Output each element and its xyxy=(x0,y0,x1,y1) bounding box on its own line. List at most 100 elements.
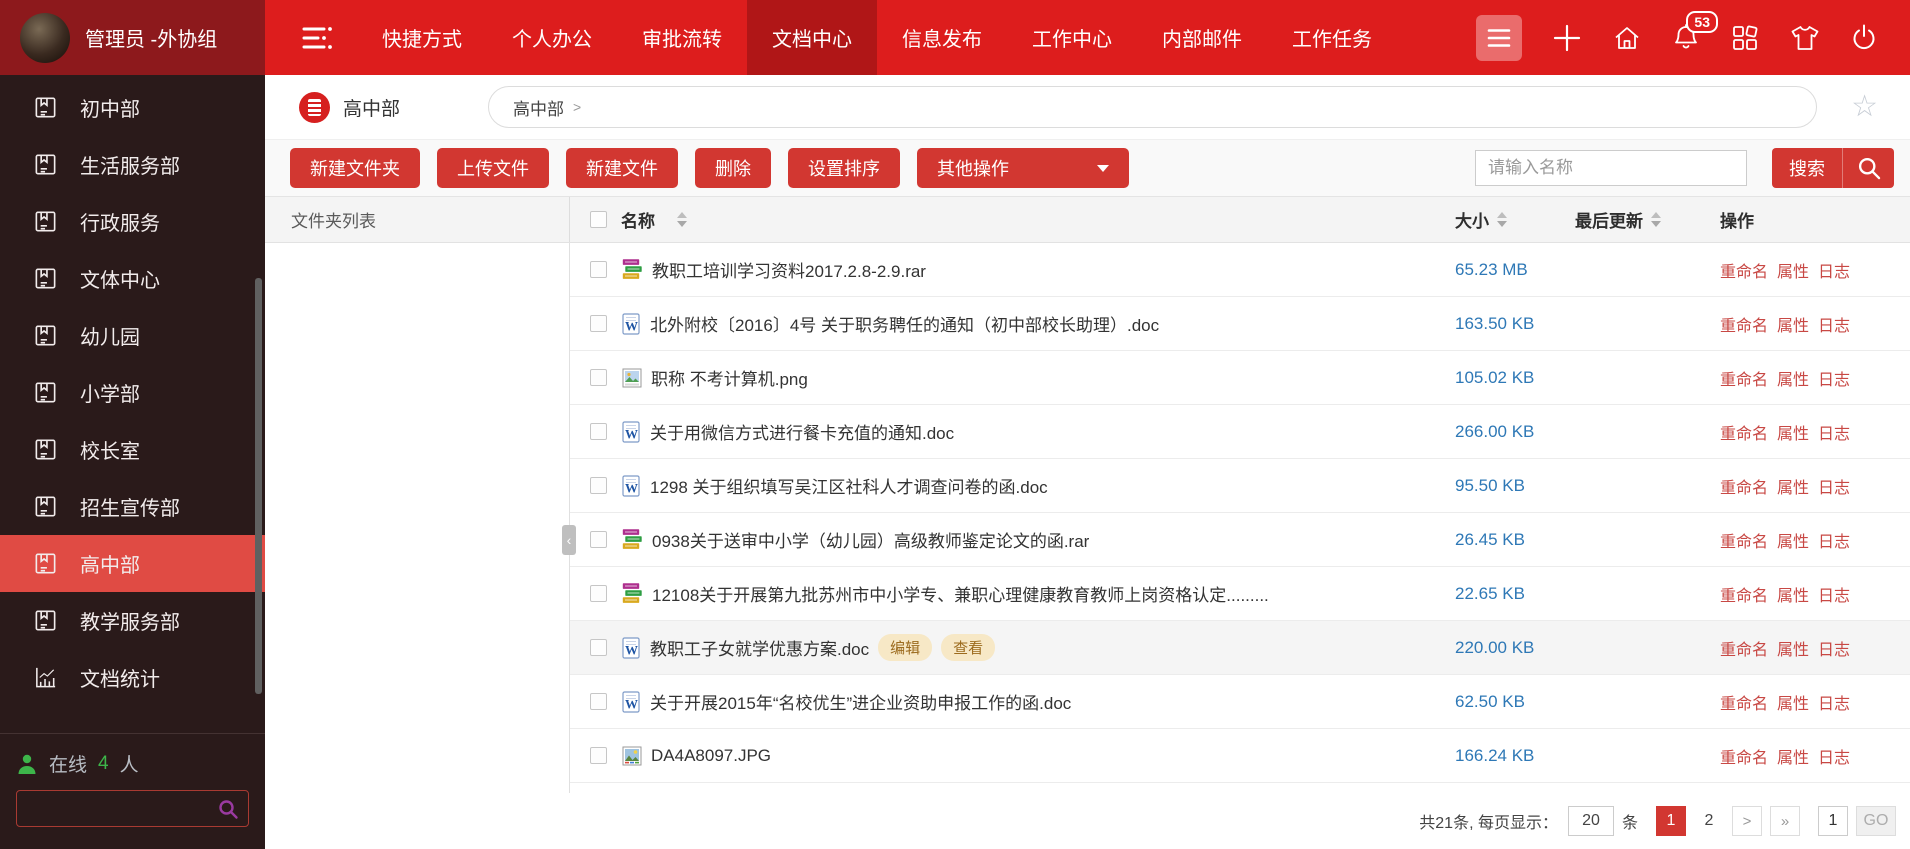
hamburger-menu-icon[interactable] xyxy=(1476,15,1522,61)
toolbar-button-2[interactable]: 新建文件 xyxy=(566,148,678,188)
file-name[interactable]: 关于开展2015年“名校优生”进企业资助申报工作的函.doc xyxy=(650,689,1071,714)
row-checkbox[interactable] xyxy=(590,315,607,332)
toolbar-button-3[interactable]: 删除 xyxy=(695,148,771,188)
action-link[interactable]: 重命名 xyxy=(1720,744,1768,768)
nav-item-3-active[interactable]: 文档中心 xyxy=(747,0,877,75)
nav-item-5[interactable]: 工作中心 xyxy=(1007,0,1137,75)
sidebar-item-4[interactable]: 幼儿园 xyxy=(0,307,265,364)
page-button-2[interactable]: 2 xyxy=(1694,806,1724,836)
next-page-button[interactable]: > xyxy=(1732,806,1762,836)
row-checkbox[interactable] xyxy=(590,747,607,764)
action-link[interactable]: 日志 xyxy=(1818,420,1850,444)
row-checkbox[interactable] xyxy=(590,423,607,440)
action-link[interactable]: 属性 xyxy=(1777,474,1809,498)
action-link[interactable]: 重命名 xyxy=(1720,474,1768,498)
panel-collapse-handle[interactable]: ‹ xyxy=(562,525,576,555)
action-link[interactable]: 属性 xyxy=(1777,528,1809,552)
file-tag[interactable]: 编辑 xyxy=(878,634,932,661)
select-all-checkbox[interactable] xyxy=(590,211,607,228)
toolbar-button-0[interactable]: 新建文件夹 xyxy=(290,148,420,188)
nav-item-1[interactable]: 个人办公 xyxy=(487,0,617,75)
more-actions-dropdown[interactable]: 其他操作 xyxy=(917,148,1129,188)
favorite-star-icon[interactable]: ☆ xyxy=(1851,92,1878,122)
file-name[interactable]: 12108关于开展第九批苏州市中小学专、兼职心理健康教育教师上岗资格认定....… xyxy=(652,581,1269,606)
apps-grid-icon[interactable] xyxy=(1730,23,1760,53)
file-name[interactable]: 关于用微信方式进行餐卡充值的通知.doc xyxy=(650,419,954,444)
file-name[interactable]: 北外附校〔2016〕4号 关于职务聘任的通知（初中部校长助理）.doc xyxy=(650,311,1159,336)
sort-updated-icon[interactable] xyxy=(1651,212,1661,227)
home-icon[interactable] xyxy=(1612,23,1642,53)
action-link[interactable]: 属性 xyxy=(1777,690,1809,714)
toolbar-button-4[interactable]: 设置排序 xyxy=(788,148,900,188)
sidebar-item-7[interactable]: 招生宣传部 xyxy=(0,478,265,535)
sidebar-item-2[interactable]: 行政服务 xyxy=(0,193,265,250)
action-link[interactable]: 日志 xyxy=(1818,258,1850,282)
action-link[interactable]: 重命名 xyxy=(1720,420,1768,444)
theme-shirt-icon[interactable] xyxy=(1790,24,1820,52)
action-link[interactable]: 日志 xyxy=(1818,744,1850,768)
nav-item-7[interactable]: 工作任务 xyxy=(1267,0,1397,75)
row-checkbox[interactable] xyxy=(590,693,607,710)
plus-icon[interactable] xyxy=(1552,23,1582,53)
row-checkbox[interactable] xyxy=(590,639,607,656)
action-link[interactable]: 重命名 xyxy=(1720,312,1768,336)
sidebar-item-9[interactable]: 教学服务部 xyxy=(0,592,265,649)
action-link[interactable]: 重命名 xyxy=(1720,258,1768,282)
sort-name-icon[interactable] xyxy=(677,212,687,227)
row-checkbox[interactable] xyxy=(590,477,607,494)
file-tag[interactable]: 查看 xyxy=(941,634,995,661)
action-link[interactable]: 重命名 xyxy=(1720,366,1768,390)
column-size-label[interactable]: 大小 xyxy=(1455,207,1489,232)
search-button[interactable]: 搜索 xyxy=(1772,148,1894,188)
action-link[interactable]: 日志 xyxy=(1818,528,1850,552)
sort-size-icon[interactable] xyxy=(1497,212,1507,227)
action-link[interactable]: 日志 xyxy=(1818,366,1850,390)
action-link[interactable]: 重命名 xyxy=(1720,582,1768,606)
sidebar-item-6[interactable]: 校长室 xyxy=(0,421,265,478)
action-link[interactable]: 属性 xyxy=(1777,312,1809,336)
search-icon[interactable] xyxy=(217,798,239,825)
action-link[interactable]: 属性 xyxy=(1777,366,1809,390)
action-link[interactable]: 日志 xyxy=(1818,312,1850,336)
action-link[interactable]: 属性 xyxy=(1777,582,1809,606)
action-link[interactable]: 日志 xyxy=(1818,636,1850,660)
row-checkbox[interactable] xyxy=(590,531,607,548)
action-link[interactable]: 重命名 xyxy=(1720,690,1768,714)
file-name[interactable]: 职称 不考计算机.png xyxy=(651,365,808,390)
action-link[interactable]: 日志 xyxy=(1818,474,1850,498)
row-checkbox[interactable] xyxy=(590,261,607,278)
nav-collapse-icon[interactable] xyxy=(301,0,335,75)
goto-page-input[interactable] xyxy=(1818,806,1848,836)
action-link[interactable]: 属性 xyxy=(1777,258,1809,282)
page-button-1[interactable]: 1 xyxy=(1656,806,1686,836)
action-link[interactable]: 重命名 xyxy=(1720,528,1768,552)
breadcrumb-item[interactable]: 高中部 xyxy=(513,95,564,120)
action-link[interactable]: 日志 xyxy=(1818,690,1850,714)
file-name[interactable]: 教职工培训学习资料2017.2.8-2.9.rar xyxy=(652,257,926,282)
sidebar-item-5[interactable]: 小学部 xyxy=(0,364,265,421)
file-name[interactable]: DA4A8097.JPG xyxy=(651,746,771,766)
sidebar-item-1[interactable]: 生活服务部 xyxy=(0,136,265,193)
sidebar-item-8[interactable]: 高中部 xyxy=(0,535,265,592)
action-link[interactable]: 属性 xyxy=(1777,420,1809,444)
sidebar-item-3[interactable]: 文体中心 xyxy=(0,250,265,307)
power-logout-icon[interactable] xyxy=(1850,23,1878,53)
sidebar-item-0[interactable]: 初中部 xyxy=(0,79,265,136)
breadcrumb[interactable]: 高中部 > xyxy=(488,86,1817,128)
action-link[interactable]: 日志 xyxy=(1818,582,1850,606)
user-avatar[interactable] xyxy=(20,13,70,63)
nav-item-6[interactable]: 内部邮件 xyxy=(1137,0,1267,75)
file-name[interactable]: 0938关于送审中小学（幼儿园）高级教师鉴定论文的函.rar xyxy=(652,527,1089,552)
action-link[interactable]: 重命名 xyxy=(1720,636,1768,660)
nav-item-2[interactable]: 审批流转 xyxy=(617,0,747,75)
file-name[interactable]: 教职工子女就学优惠方案.doc xyxy=(650,635,869,660)
column-updated-label[interactable]: 最后更新 xyxy=(1575,207,1643,232)
sidebar-item-10[interactable]: 文档统计 xyxy=(0,649,265,706)
per-page-select[interactable]: 20 xyxy=(1568,806,1614,836)
action-link[interactable]: 属性 xyxy=(1777,744,1809,768)
nav-item-4[interactable]: 信息发布 xyxy=(877,0,1007,75)
sidebar-scrollbar[interactable] xyxy=(255,278,262,694)
row-checkbox[interactable] xyxy=(590,585,607,602)
sidebar-search-input[interactable] xyxy=(17,791,248,826)
go-button[interactable]: GO xyxy=(1856,806,1896,836)
